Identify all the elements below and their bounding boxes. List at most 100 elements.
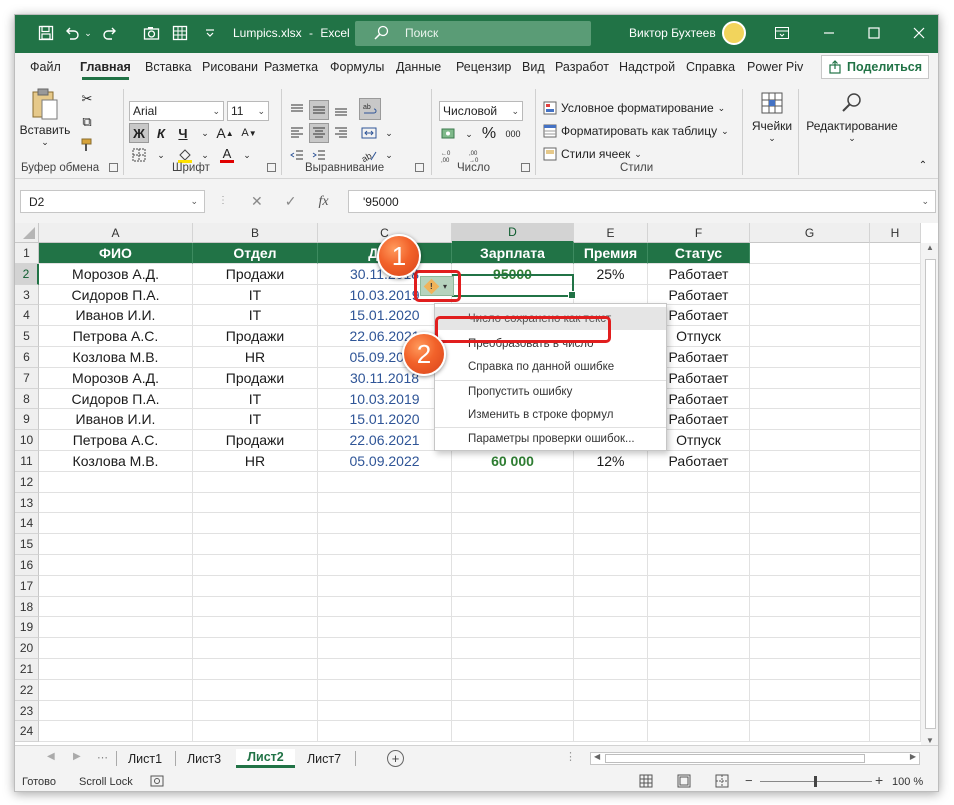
cell-g11[interactable] [750,451,870,472]
alignment-launcher-icon[interactable] [415,163,424,172]
cell-g19[interactable] [750,617,870,638]
user-name[interactable]: Виктор Бухтеев [629,26,716,40]
cell-h19[interactable] [870,617,921,638]
sheet-tab-list2[interactable]: Лист2 [236,749,295,768]
cell-e18[interactable] [574,597,648,617]
cell-a9[interactable]: Иванов И.И. [39,409,193,430]
cell-c18[interactable] [318,597,452,617]
cell-a15[interactable] [39,534,193,555]
row-header-14[interactable]: 14 [15,513,39,534]
decrease-indent-icon[interactable] [287,145,307,165]
formula-input[interactable]: '95000 ⌄ [348,190,936,213]
cell-g4[interactable] [750,305,870,326]
scroll-left-icon[interactable]: ◀ [594,752,600,761]
column-header-h[interactable]: H [870,223,921,243]
row-header-17[interactable]: 17 [15,576,39,597]
cell-b20[interactable] [193,638,318,659]
tab-addins[interactable]: Надстрой [619,60,675,74]
font-name-select[interactable]: Arial ⌄ [129,101,224,121]
tab-draw[interactable]: Рисовани [202,60,258,74]
page-layout-icon[interactable] [677,774,691,791]
cell-g20[interactable] [750,638,870,659]
tab-split-grip-icon[interactable]: ⋮ [565,750,576,763]
table-header-f[interactable]: Статус [648,243,750,264]
cell-f23[interactable] [648,701,750,721]
cell-d24[interactable] [452,721,574,742]
cell-d16[interactable] [452,555,574,576]
cell-f18[interactable] [648,597,750,617]
conditional-formatting-button[interactable]: Условное форматирование ⌄ [543,101,725,115]
cell-a20[interactable] [39,638,193,659]
cell-b5[interactable]: Продажи [193,326,318,347]
cell-h11[interactable] [870,451,921,472]
cell-c14[interactable] [318,513,452,534]
row-header-3[interactable]: 3 [15,285,39,305]
editing-button[interactable]: Редактирование ⌄ [806,91,898,144]
tab-file[interactable]: Файл [30,60,61,74]
row-header-8[interactable]: 8 [15,389,39,409]
cell-e15[interactable] [574,534,648,555]
row-header-18[interactable]: 18 [15,597,39,617]
minimize-icon[interactable] [819,23,839,43]
number-format-select[interactable]: Числовой ⌄ [439,101,523,121]
cell-e19[interactable] [574,617,648,638]
cell-h17[interactable] [870,576,921,597]
wrap-text-icon[interactable]: ab [359,98,381,120]
cell-c12[interactable] [318,472,452,493]
italic-button[interactable]: К [151,123,171,143]
cell-f13[interactable] [648,493,750,513]
row-header-22[interactable]: 22 [15,680,39,701]
tab-view[interactable]: Вид [522,60,545,74]
scroll-up-icon[interactable]: ▲ [926,243,934,252]
cell-c23[interactable] [318,701,452,721]
align-top-icon[interactable] [287,100,307,120]
cell-c20[interactable] [318,638,452,659]
clipboard-launcher-icon[interactable] [109,163,118,172]
row-header-11[interactable]: 11 [15,451,39,472]
paste-button[interactable]: Вставить ⌄ [20,87,70,148]
table-header-a[interactable]: ФИО [39,243,193,264]
align-center-icon[interactable] [309,123,329,143]
cell-f24[interactable] [648,721,750,742]
bold-button[interactable]: Ж [129,123,149,143]
sheet-tab-list7[interactable]: Лист7 [298,749,350,768]
cell-a5[interactable]: Петрова А.С. [39,326,193,347]
tab-help[interactable]: Справка [686,60,735,74]
font-size-select[interactable]: 11 ⌄ [227,101,269,121]
next-sheet-icon[interactable]: ▶ [73,751,81,762]
row-header-6[interactable]: 6 [15,347,39,368]
column-header-e[interactable]: E [574,223,648,243]
cell-styles-button[interactable]: Стили ячеек ⌄ [543,147,642,161]
customize-toolbar-icon[interactable] [201,24,219,42]
cell-e22[interactable] [574,680,648,701]
table-header-b[interactable]: Отдел [193,243,318,264]
cell-b24[interactable] [193,721,318,742]
maximize-icon[interactable] [864,23,884,43]
increase-font-icon[interactable]: A ▲ [215,123,235,143]
cancel-icon[interactable]: ✕ [251,193,263,210]
cell-e21[interactable] [574,659,648,680]
cell-f3[interactable]: Работает [648,285,750,305]
row-header-16[interactable]: 16 [15,555,39,576]
cell-b18[interactable] [193,597,318,617]
cell-h16[interactable] [870,555,921,576]
selected-cell-d2[interactable] [452,274,576,299]
cell-d21[interactable] [452,659,574,680]
cell-a14[interactable] [39,513,193,534]
cell-a2[interactable]: Морозов А.Д. [39,264,193,285]
cell-b23[interactable] [193,701,318,721]
cell-a4[interactable]: Иванов И.И. [39,305,193,326]
format-as-table-button[interactable]: Форматировать как таблицу ⌄ [543,124,729,138]
zoom-out-icon[interactable]: − [745,773,753,788]
cell-h18[interactable] [870,597,921,617]
cell-b10[interactable]: Продажи [193,430,318,451]
column-header-f[interactable]: F [648,223,750,243]
cell-d15[interactable] [452,534,574,555]
insert-function-icon[interactable]: fx [318,194,328,210]
cell-f2[interactable]: Работает [648,264,750,285]
row-header-1[interactable]: 1 [15,243,39,264]
cell-g17[interactable] [750,576,870,597]
cell-b7[interactable]: Продажи [193,368,318,389]
cell-d12[interactable] [452,472,574,493]
cell-b17[interactable] [193,576,318,597]
